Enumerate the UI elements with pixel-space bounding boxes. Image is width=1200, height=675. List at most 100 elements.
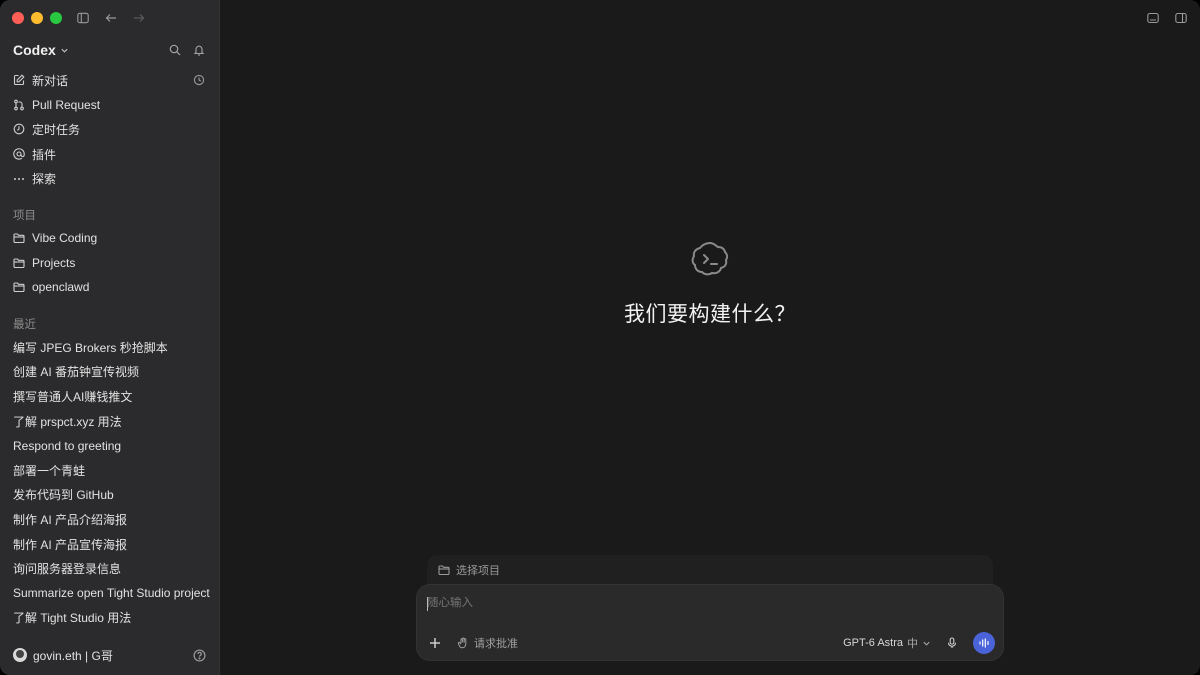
- recent-item[interactable]: 了解 Tight Studio 用法: [6, 606, 211, 631]
- project-item[interactable]: Vibe Coding: [6, 226, 211, 251]
- recent-item[interactable]: 部署一个青蛙: [6, 458, 211, 483]
- projects-section-label: 项目: [13, 210, 36, 222]
- nav-item-explore[interactable]: 探索: [6, 166, 211, 191]
- recent-item[interactable]: 询问服务器登录信息: [6, 556, 211, 581]
- recent-item[interactable]: 制作 AI 产品宣传海报: [6, 532, 211, 557]
- hand-icon: [457, 637, 469, 649]
- nav-item-label: 插件: [32, 147, 57, 162]
- recent-item-label: 发布代码到 GitHub: [13, 488, 114, 503]
- microphone-icon[interactable]: [945, 636, 959, 650]
- nav-item-pull-request[interactable]: Pull Request: [6, 93, 211, 118]
- window-controls: [12, 12, 62, 24]
- recent-item[interactable]: 制作 AI 产品介绍海报: [6, 507, 211, 532]
- reasoning-effort: 中: [907, 638, 918, 650]
- folder-icon: [13, 281, 25, 293]
- recent-item-label: 创建 AI 番茄钟宣传视频: [13, 365, 140, 380]
- app-name: Codex: [13, 42, 56, 58]
- sidebar: Codex 新对话 Pull Request 定时任务 插件 探索 项目 Vib…: [0, 0, 220, 675]
- composer-left-actions: 请求批准: [427, 635, 518, 651]
- chevron-down-icon: [60, 42, 69, 58]
- folder-icon: [13, 232, 25, 244]
- nav-item-label: 新对话: [32, 73, 69, 88]
- chevron-down-icon: [922, 639, 931, 648]
- nav-item-scheduled-tasks[interactable]: 定时任务: [6, 117, 211, 142]
- main-toolbar: [1146, 11, 1188, 25]
- recent-item[interactable]: Respond to greeting: [6, 433, 211, 458]
- minimize-window-button[interactable]: [31, 12, 43, 24]
- recent-item[interactable]: Summarize open Tight Studio project: [6, 581, 211, 606]
- folder-icon: [13, 257, 25, 269]
- text-caret: [427, 597, 428, 611]
- hero: 我们要构建什么？: [220, 238, 1200, 328]
- forward-arrow-icon[interactable]: [130, 9, 148, 27]
- approval-mode-button[interactable]: 请求批准: [457, 635, 518, 651]
- project-item[interactable]: openclawd: [6, 275, 211, 300]
- recent-item[interactable]: 撰写普通人AI赚钱推文: [6, 384, 211, 409]
- projects-list: Vibe Coding Projects openclawd: [6, 226, 211, 300]
- project-label: openclawd: [32, 280, 90, 295]
- recent-section-label: 最近: [13, 319, 36, 331]
- recent-item-label: 部署一个青蛙: [13, 463, 86, 478]
- search-icon[interactable]: [167, 42, 183, 58]
- workspace-switcher[interactable]: Codex: [13, 42, 69, 58]
- recent-item[interactable]: 了解 prspct.xyz 用法: [6, 409, 211, 434]
- bell-icon[interactable]: [191, 42, 207, 58]
- main-area: 我们要构建什么？ 选择项目 请求批准: [220, 0, 1200, 675]
- history-icon[interactable]: [193, 74, 205, 86]
- edit-icon: [13, 74, 25, 86]
- recent-item-label: 编写 JPEG Brokers 秒抢脚本: [13, 340, 168, 355]
- model-name: GPT-6 Astra: [843, 637, 903, 649]
- nav-item-plugins[interactable]: 插件: [6, 142, 211, 167]
- recent-item-label: Summarize open Tight Studio project: [13, 586, 210, 601]
- main-nav: 新对话 Pull Request 定时任务 插件 探索: [6, 68, 211, 191]
- recent-item-label: Respond to greeting: [13, 438, 122, 453]
- approval-mode-label: 请求批准: [474, 638, 518, 650]
- panel-toggle-icon[interactable]: [1174, 11, 1188, 25]
- recent-item[interactable]: 发布代码到 GitHub: [6, 483, 211, 508]
- help-icon[interactable]: [193, 648, 206, 662]
- project-label: Projects: [32, 255, 76, 270]
- prompt-input[interactable]: [427, 597, 987, 609]
- project-item[interactable]: Projects: [6, 251, 211, 276]
- recent-list: 编写 JPEG Brokers 秒抢脚本 创建 AI 番茄钟宣传视频 撰写普通人…: [6, 335, 211, 630]
- toolbar: [74, 9, 148, 27]
- model-selector[interactable]: GPT-6 Astra 中: [843, 635, 931, 651]
- project-selector-label: 选择项目: [456, 565, 500, 577]
- recent-item-label: 撰写普通人AI赚钱推文: [13, 389, 133, 404]
- add-attachment-button[interactable]: [427, 635, 443, 651]
- nav-item-new-chat[interactable]: 新对话: [6, 68, 211, 93]
- close-window-button[interactable]: [12, 12, 24, 24]
- at-icon: [13, 148, 25, 160]
- nav-item-label: Pull Request: [32, 97, 101, 112]
- back-arrow-icon[interactable]: [102, 9, 120, 27]
- recent-item-label: 询问服务器登录信息: [13, 562, 122, 577]
- recent-item-label: 了解 prspct.xyz 用法: [13, 414, 122, 429]
- project-selector[interactable]: 选择项目: [427, 555, 993, 585]
- user-name: govin.eth | G哥: [33, 648, 113, 663]
- user-row: govin.eth | G哥: [13, 645, 206, 665]
- composer-toolbar: 请求批准 GPT-6 Astra 中: [427, 632, 995, 654]
- brand-actions: [167, 42, 207, 58]
- composer-right-actions: GPT-6 Astra 中: [843, 632, 995, 654]
- codex-cloud-terminal-icon: [689, 238, 731, 280]
- sidebar-toggle-icon[interactable]: [74, 9, 92, 27]
- hero-title: 我们要构建什么？: [624, 303, 796, 326]
- recent-item[interactable]: 编写 JPEG Brokers 秒抢脚本: [6, 335, 211, 360]
- project-label: Vibe Coding: [32, 231, 98, 246]
- nav-item-label: 定时任务: [32, 122, 81, 137]
- voice-mode-button[interactable]: [973, 632, 995, 654]
- pull-request-icon: [13, 99, 25, 111]
- terminal-panel-icon[interactable]: [1146, 11, 1160, 25]
- brand-row: Codex: [13, 40, 207, 60]
- maximize-window-button[interactable]: [50, 12, 62, 24]
- recent-item-label: 了解 Tight Studio 用法: [13, 611, 132, 626]
- app-window: Codex 新对话 Pull Request 定时任务 插件 探索 项目 Vib…: [0, 0, 1200, 675]
- ellipsis-icon: [13, 173, 25, 185]
- recent-item-label: 制作 AI 产品宣传海报: [13, 537, 128, 552]
- nav-item-label: 探索: [32, 172, 57, 187]
- recent-item[interactable]: 创建 AI 番茄钟宣传视频: [6, 360, 211, 385]
- user-profile[interactable]: govin.eth | G哥: [13, 647, 113, 664]
- avatar: [13, 648, 27, 662]
- recent-item-label: 制作 AI 产品介绍海报: [13, 512, 128, 527]
- folder-icon: [438, 564, 450, 576]
